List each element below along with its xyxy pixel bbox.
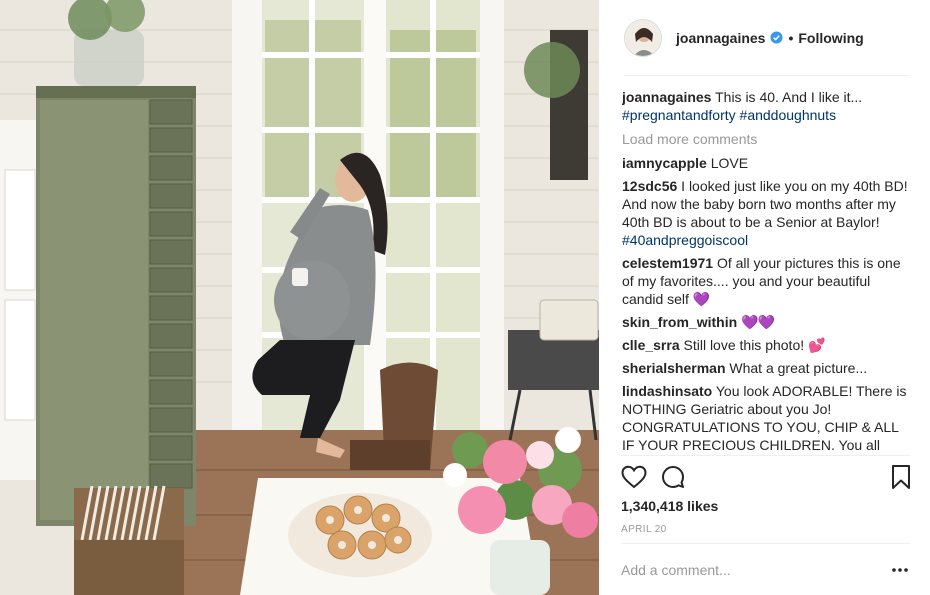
following-button[interactable]: Following bbox=[798, 30, 863, 46]
caption: joannagaines This is 40. And I like it..… bbox=[622, 88, 914, 124]
comment-item: lindashinsato You look ADORABLE! There i… bbox=[622, 382, 914, 454]
comment-username[interactable]: lindashinsato bbox=[622, 383, 712, 399]
photo-illustration bbox=[0, 0, 599, 595]
post-header: joannagaines • Following bbox=[599, 0, 930, 75]
header-username[interactable]: joannagaines bbox=[676, 30, 765, 46]
header-divider bbox=[624, 75, 910, 76]
heart-icon[interactable] bbox=[621, 465, 647, 489]
comment-username[interactable]: 12sdc56 bbox=[622, 178, 677, 194]
comment-text: LOVE bbox=[710, 155, 749, 171]
add-comment-input[interactable] bbox=[621, 562, 871, 578]
post-date: APRIL 20 bbox=[621, 524, 667, 535]
caption-username[interactable]: joannagaines bbox=[622, 89, 711, 105]
action-bar bbox=[621, 463, 911, 491]
add-comment-divider bbox=[621, 543, 910, 544]
purple-heart-emoji: 💜💜 bbox=[741, 314, 775, 330]
comments-list[interactable]: joannagaines This is 40. And I like it..… bbox=[622, 88, 914, 455]
verified-badge-icon bbox=[770, 31, 784, 44]
load-more-comments-button[interactable]: Load more comments bbox=[622, 130, 914, 148]
caption-hashtag[interactable]: #pregnantandforty bbox=[622, 107, 736, 123]
more-options-icon[interactable] bbox=[890, 560, 910, 580]
bookmark-icon[interactable] bbox=[891, 464, 911, 490]
caption-text: This is 40. And I like it... bbox=[715, 89, 863, 105]
comment-item: clle_srra Still love this photo! 💕 bbox=[622, 336, 914, 354]
post-photo[interactable] bbox=[0, 0, 599, 595]
two-hearts-emoji: 💕 bbox=[808, 337, 825, 353]
comment-item: celestem1971 Of all your pictures this i… bbox=[622, 254, 914, 308]
comment-item: iamnycapple LOVE bbox=[622, 154, 914, 172]
comment-item: sherialsherman What a great picture... bbox=[622, 359, 914, 377]
comment-item: 12sdc56 I looked just like you on my 40t… bbox=[622, 177, 914, 249]
comment-username[interactable]: celestem1971 bbox=[622, 255, 713, 271]
comment-text: Still love this photo! bbox=[683, 337, 805, 353]
comment-hashtag[interactable]: #40andpreggoiscool bbox=[622, 232, 748, 248]
likes-count[interactable]: 1,340,418 likes bbox=[621, 498, 718, 514]
comment-username[interactable]: clle_srra bbox=[622, 337, 680, 353]
comment-item: skin_from_within 💜💜 bbox=[622, 313, 914, 331]
comment-username[interactable]: iamnycapple bbox=[622, 155, 707, 171]
caption-hashtag[interactable]: #anddoughnuts bbox=[740, 107, 837, 123]
avatar[interactable] bbox=[624, 18, 662, 57]
header-separator: • bbox=[788, 29, 794, 46]
actions-divider bbox=[621, 455, 910, 456]
comment-username[interactable]: skin_from_within bbox=[622, 314, 737, 330]
comment-bubble-icon[interactable] bbox=[661, 465, 685, 489]
post-sidebar: joannagaines • Following joannagaines Th… bbox=[599, 0, 930, 595]
comment-username[interactable]: sherialsherman bbox=[622, 360, 726, 376]
purple-heart-emoji: 💜 bbox=[692, 291, 710, 307]
comment-text: What a great picture... bbox=[729, 360, 868, 376]
